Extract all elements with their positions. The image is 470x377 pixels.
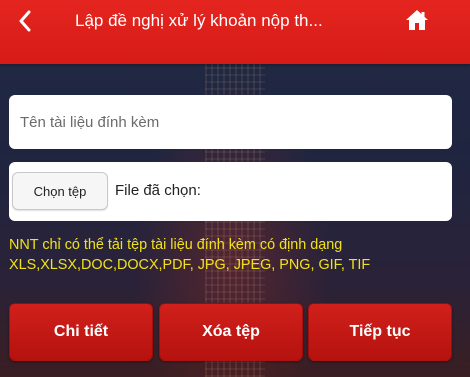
back-button[interactable] xyxy=(10,8,40,38)
allowed-formats-note: NNT chỉ có thể tải tệp tài liệu đính kèm… xyxy=(9,235,461,275)
detail-button[interactable]: Chi tiết xyxy=(9,303,153,361)
home-button[interactable] xyxy=(402,7,432,37)
file-selected-label: File đã chọn: xyxy=(115,182,201,199)
file-picker-row: Chọn tệp File đã chọn: xyxy=(9,162,452,221)
page-title: Lập đề nghị xử lý khoản nộp th... xyxy=(75,11,323,30)
continue-button[interactable]: Tiếp tục xyxy=(308,303,452,361)
attachment-name-input[interactable] xyxy=(9,95,452,149)
note-line-1: NNT chỉ có thể tải tệp tài liệu đính kèm… xyxy=(9,237,343,253)
screen: Lập đề nghị xử lý khoản nộp th... Chọn t… xyxy=(0,0,470,377)
note-line-2: XLS,XLSX,DOC,DOCX,PDF, JPG, JPEG, PNG, G… xyxy=(9,257,371,273)
home-icon xyxy=(405,9,429,36)
chevron-left-icon xyxy=(18,10,32,37)
top-app-bar: Lập đề nghị xử lý khoản nộp th... xyxy=(0,0,470,64)
choose-file-button[interactable]: Chọn tệp xyxy=(12,172,108,210)
delete-file-button[interactable]: Xóa tệp xyxy=(159,303,303,361)
